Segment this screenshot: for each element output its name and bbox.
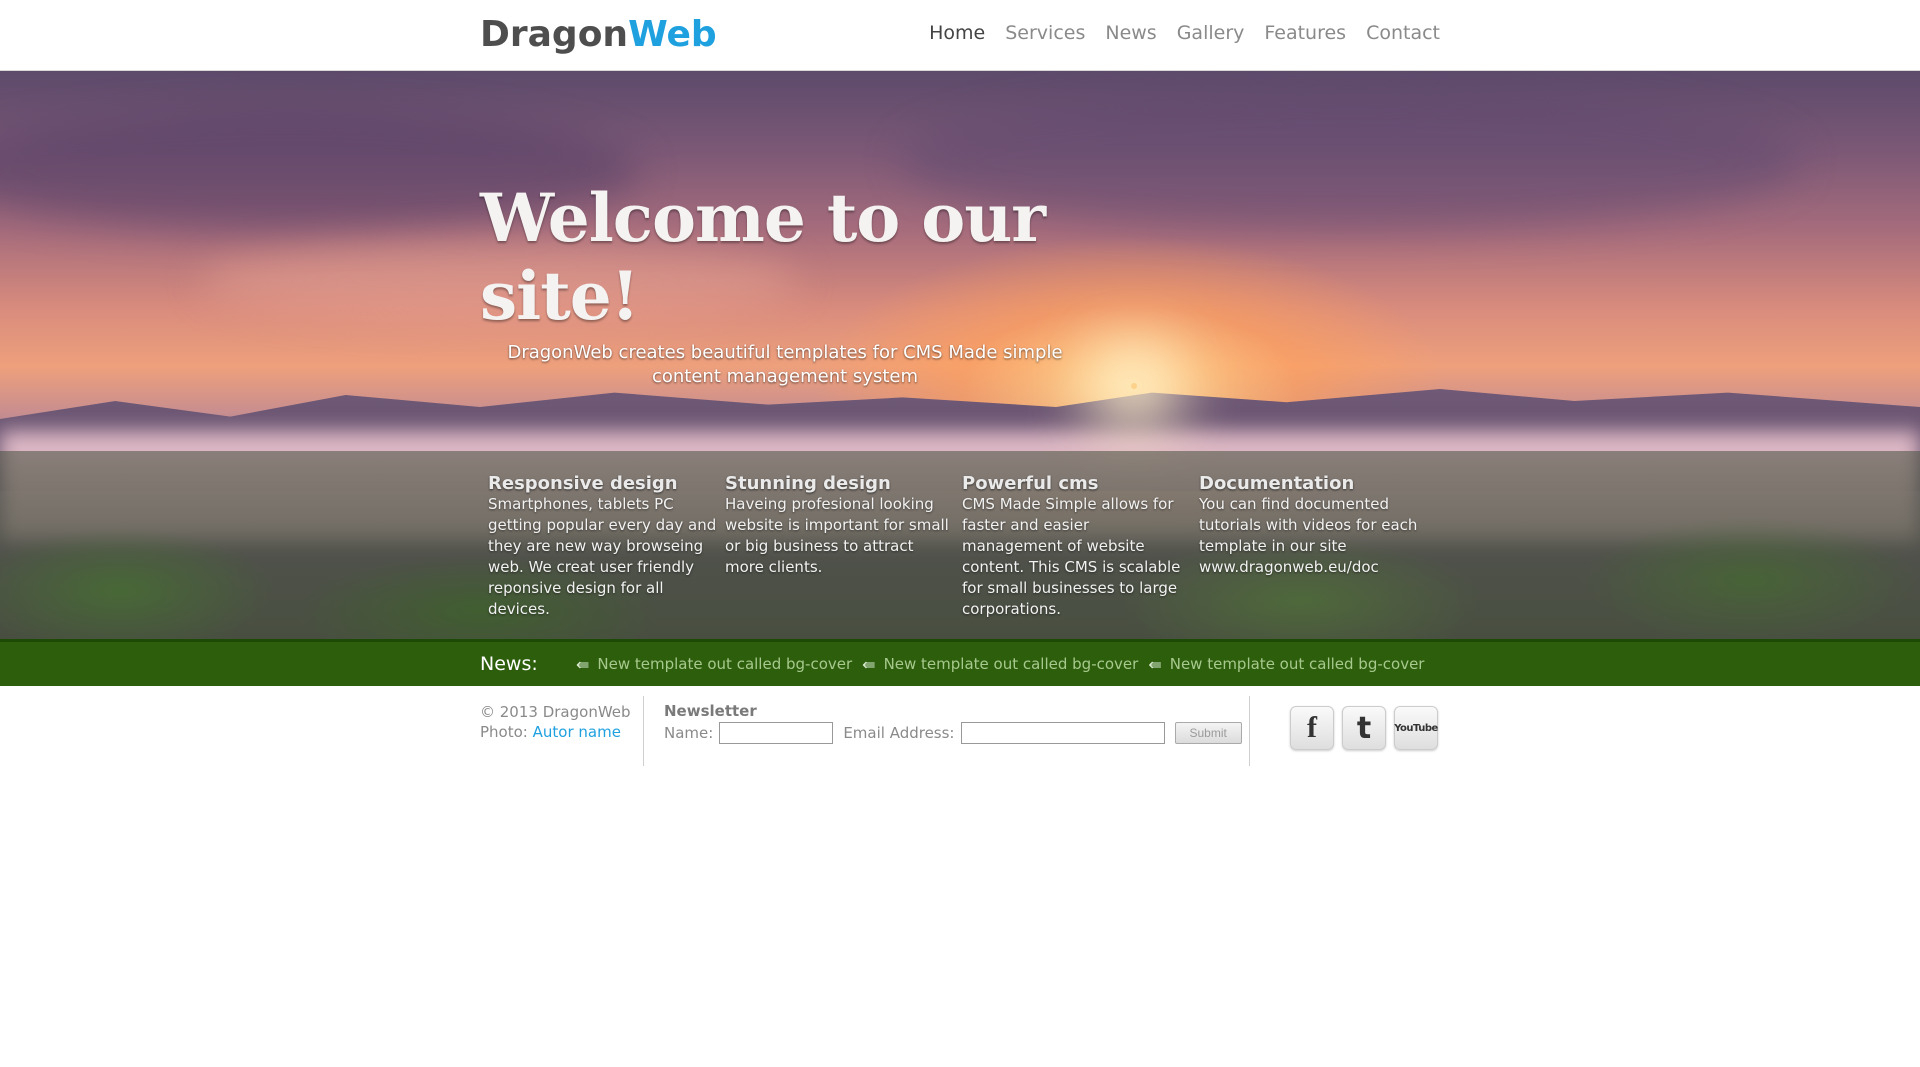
hero-sun <box>1131 383 1137 389</box>
feature-title: Documentation <box>1199 473 1355 494</box>
features-section: Responsive design Smartphones, tablets P… <box>0 451 1920 639</box>
feature-documentation: Documentation You can find documented tu… <box>1191 473 1428 620</box>
nav-home[interactable]: Home <box>929 22 985 44</box>
news-link[interactable]: New template out called bg-cover <box>884 655 1139 673</box>
feature-cms: Powerful cms CMS Made Simple allows for … <box>954 473 1191 620</box>
copyright-text: © 2013 DragonWeb <box>480 703 631 721</box>
news-item[interactable]: ⇚ New template out called bg-cover <box>576 655 852 674</box>
hero-banner: Welcome to our site! DragonWeb creates b… <box>0 71 1920 639</box>
arrow-left-icon: ⇚ <box>1148 654 1162 674</box>
arrow-left-icon: ⇚ <box>862 654 876 674</box>
site-footer: © 2013 DragonWeb Photo: Autor name Newsl… <box>0 686 1920 766</box>
newsletter-row: Name: Email Address: Submit <box>664 722 1249 744</box>
photo-label: Photo: <box>480 723 528 741</box>
name-label: Name: <box>664 724 714 742</box>
feature-text: CMS Made Simple allows for faster and ea… <box>962 495 1181 618</box>
facebook-icon[interactable]: f <box>1290 706 1334 750</box>
twitter-glyph: t <box>1356 710 1372 746</box>
hero-text: Welcome to our site! DragonWeb creates b… <box>480 179 1090 389</box>
twitter-icon[interactable]: t <box>1342 706 1386 750</box>
feature-title: Stunning design <box>725 473 891 494</box>
news-link[interactable]: New template out called bg-cover <box>1170 655 1425 673</box>
social-links: f t YouTube <box>1250 696 1438 766</box>
nav-contact[interactable]: Contact <box>1366 22 1440 44</box>
email-field[interactable] <box>960 722 1165 744</box>
footer-credits: © 2013 DragonWeb Photo: Autor name <box>480 696 644 766</box>
youtube-icon[interactable]: YouTube <box>1394 706 1438 750</box>
newsletter-form: Newsletter Name: Email Address: Submit <box>644 696 1250 766</box>
site-header: DragonWeb Home Services News Gallery Fea… <box>0 0 1920 71</box>
nav-news[interactable]: News <box>1105 22 1156 44</box>
hero-title: Welcome to our site! <box>480 179 1046 335</box>
main-nav: Home Services News Gallery Features Cont… <box>929 22 1440 44</box>
feature-text: You can find documented tutorials with v… <box>1199 495 1418 576</box>
email-label: Email Address: <box>843 724 955 742</box>
nav-services[interactable]: Services <box>1005 22 1085 44</box>
arrow-left-icon: ⇚ <box>576 654 590 674</box>
feature-title: Powerful cms <box>962 473 1099 494</box>
logo-text-web: Web <box>628 14 717 55</box>
feature-responsive: Responsive design Smartphones, tablets P… <box>480 473 717 620</box>
nav-features[interactable]: Features <box>1264 22 1346 44</box>
logo-text-dragon: Dragon <box>480 14 629 55</box>
feature-stunning: Stunning design Haveing profesional look… <box>717 473 954 620</box>
youtube-glyph: YouTube <box>1394 722 1438 734</box>
news-link[interactable]: New template out called bg-cover <box>597 655 852 673</box>
facebook-glyph: f <box>1307 711 1317 744</box>
hero-subtitle: DragonWeb creates beautiful templates fo… <box>507 342 1063 387</box>
photo-author-link[interactable]: Autor name <box>533 723 621 741</box>
submit-button[interactable]: Submit <box>1174 722 1242 744</box>
newsletter-title: Newsletter <box>664 702 757 720</box>
photo-credit: Photo: Autor name <box>480 722 643 742</box>
news-label: News: <box>480 653 538 675</box>
name-field[interactable] <box>719 722 834 744</box>
news-item[interactable]: ⇚ New template out called bg-cover <box>1148 655 1424 674</box>
feature-title: Responsive design <box>488 473 678 494</box>
feature-text: Smartphones, tablets PC getting popular … <box>488 495 717 618</box>
nav-gallery[interactable]: Gallery <box>1177 22 1245 44</box>
feature-text: Haveing profesional looking website is i… <box>725 495 949 576</box>
news-bar: News: ⇚ New template out called bg-cover… <box>0 639 1920 686</box>
news-item[interactable]: ⇚ New template out called bg-cover <box>862 655 1138 674</box>
site-logo[interactable]: DragonWeb <box>480 14 717 56</box>
